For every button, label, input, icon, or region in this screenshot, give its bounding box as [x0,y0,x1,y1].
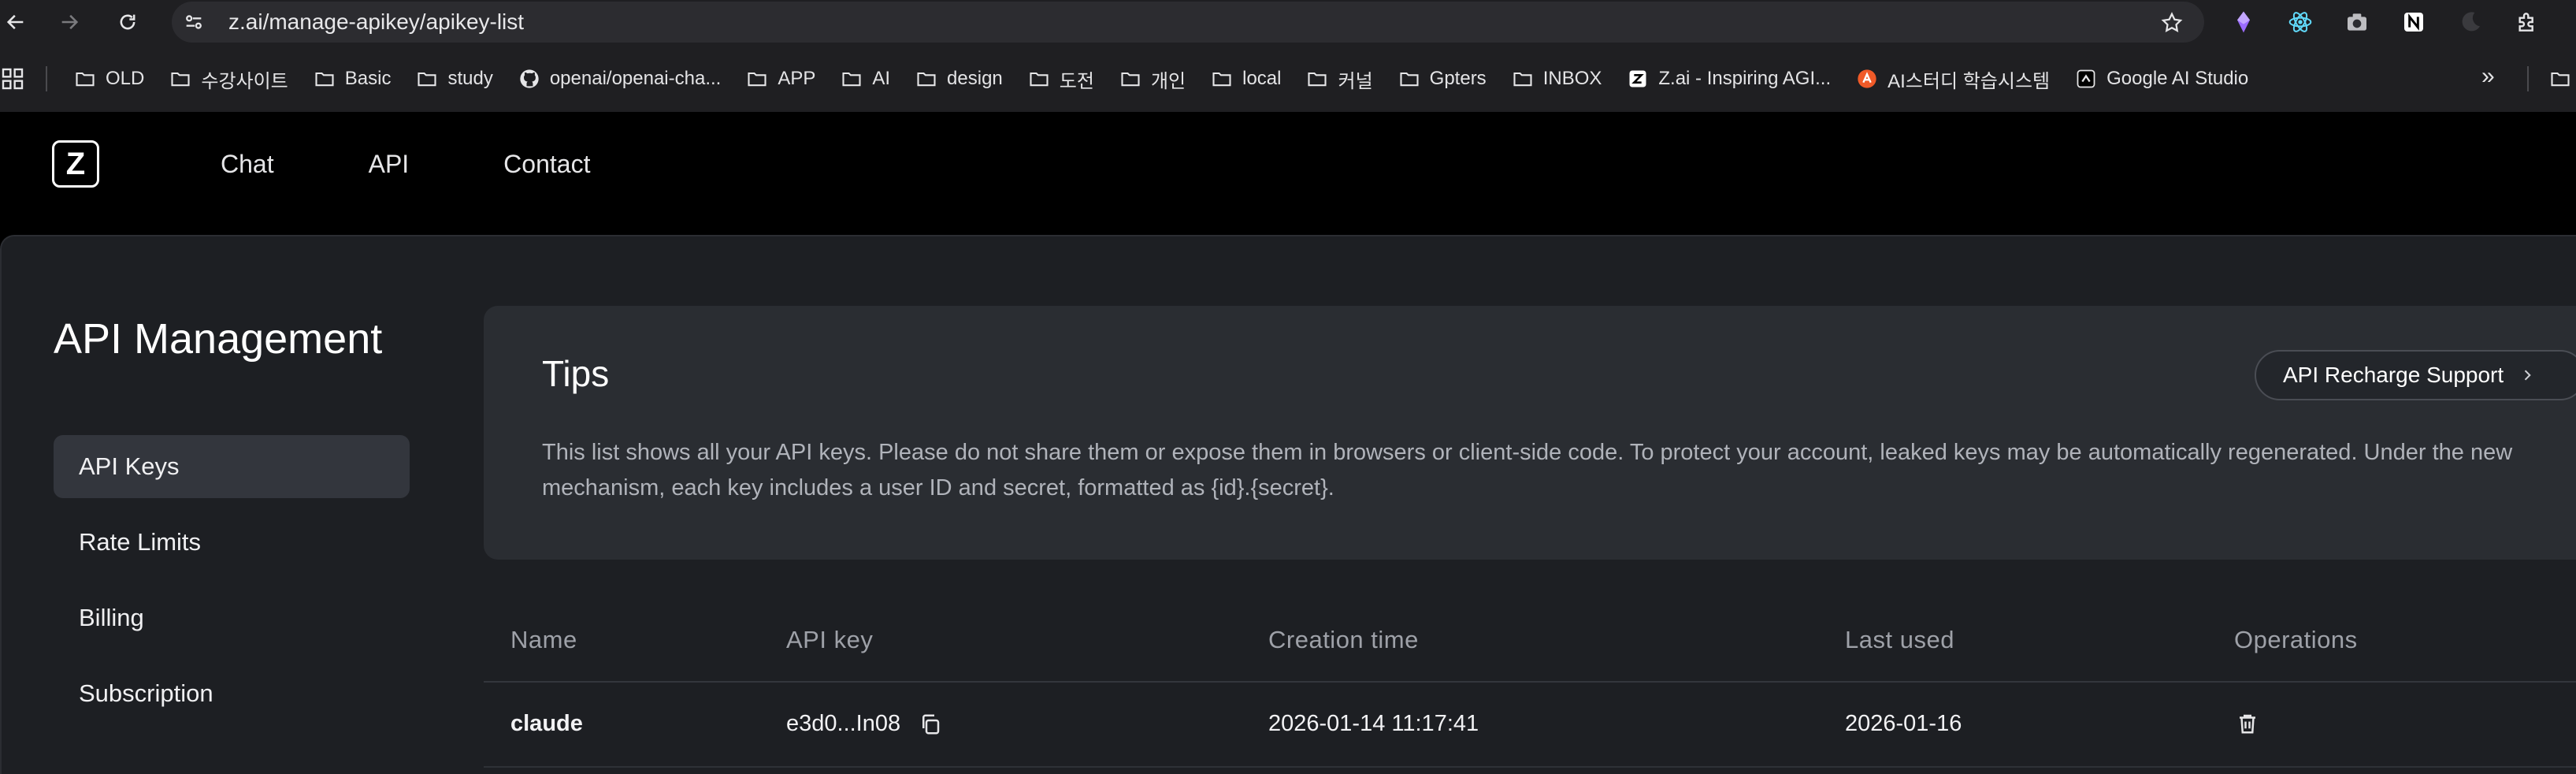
site-settings-icon[interactable] [183,11,205,33]
zai-logo[interactable]: Z [52,140,99,188]
google-ai-studio-icon [2077,69,2095,88]
api-recharge-support-button[interactable]: API Recharge Support [2255,350,2576,400]
trash-icon[interactable] [2236,711,2259,736]
forward-button[interactable] [54,6,85,38]
bookmark-folder[interactable]: INBOX [1504,61,1610,96]
copy-icon[interactable] [919,713,942,736]
page-title: API Management [54,315,383,363]
bookmark-folder[interactable]: Basic [306,61,399,96]
bookmarks-separator [2527,66,2529,91]
column-header-api-key: API key [786,626,874,653]
nav-chat[interactable]: Chat [221,148,274,180]
folder-icon [418,72,437,87]
apps-grid-icon[interactable] [0,66,25,91]
folder-icon [1308,72,1327,87]
react-devtools-icon[interactable] [2288,9,2313,35]
folder-icon [917,72,936,87]
column-header-operations: Operations [2234,626,2358,653]
api-keys-table: Name API key Creation time Last used Ope… [484,597,2576,768]
address-bar[interactable]: z.ai/manage-apikey/apikey-list [172,2,2204,43]
main-panel: API Management API Keys Rate Limits Bill… [0,235,2576,774]
reload-button[interactable] [112,6,143,38]
camera-icon[interactable] [2344,9,2370,35]
sidebar-item-billing[interactable]: Billing [54,586,410,649]
row-api-key: e3d0...In08 [786,711,901,736]
arrow-left-icon [6,14,24,30]
extension-purple-icon[interactable] [2231,9,2256,35]
reload-icon [120,14,135,30]
top-nav: Chat API Contact [221,148,685,180]
nav-contact[interactable]: Contact [503,148,590,180]
arrow-right-icon [61,14,79,30]
row-last-used: 2026-01-16 [1845,711,1962,736]
zai-favicon-icon [1629,70,1646,87]
browser-toolbar: z.ai/manage-apikey/apikey-list [0,0,2576,46]
site-header: Z Chat API Contact [0,112,2576,235]
bookmark-folder[interactable]: local [1203,61,1289,96]
bookmark-link[interactable]: AI스터디 학습시스템 [1848,61,2058,96]
extensions-puzzle-icon[interactable] [2515,9,2540,35]
bookmark-star-icon[interactable] [2160,11,2184,35]
all-bookmarks-folder-icon[interactable] [2546,68,2574,90]
table-header: Name API key Creation time Last used Ope… [484,597,2576,683]
sidebar: API Keys Rate Limits Billing Subscriptio… [54,435,410,738]
back-button[interactable] [0,6,32,38]
folder-icon [315,72,334,87]
ai-study-favicon-icon [1858,69,1876,88]
row-creation-time: 2026-01-14 11:17:41 [1268,711,1479,736]
github-icon [520,69,539,88]
bookmark-folder[interactable]: 커널 [1298,61,1380,96]
bookmark-folder[interactable]: design [908,61,1011,96]
bookmark-folder[interactable]: 개인 [1112,61,1193,96]
bookmarks-bar: OLD 수강사이트 Basic study openai/openai-cha.… [0,46,2576,112]
tips-card: Tips API Recharge Support This list show… [484,306,2576,560]
row-name: claude [510,711,583,736]
folder-icon [842,72,861,87]
bookmark-list: OLD 수강사이트 Basic study openai/openai-cha.… [66,46,2256,112]
bookmark-folder[interactable]: 도전 [1020,61,1102,96]
folder-icon [1121,72,1140,87]
folder-icon [1513,72,1532,87]
column-header-last-used: Last used [1845,626,1954,653]
bookmark-folder[interactable]: APP [738,61,823,96]
bookmark-folder[interactable]: 수강사이트 [161,61,295,96]
bookmark-folder[interactable]: Gpters [1390,61,1494,96]
tips-text: This list shows all your API keys. Pleas… [542,440,2513,500]
table-row: claude e3d0...In08 2026-01-14 11:17:41 2… [484,683,2576,768]
notion-icon[interactable] [2401,9,2426,35]
sidebar-item-api-keys[interactable]: API Keys [54,435,410,498]
bookmark-link[interactable]: Z.ai - Inspiring AGI... [1619,61,1839,96]
tips-title: Tips [542,353,610,394]
bookmark-link[interactable]: openai/openai-cha... [510,61,729,96]
sidebar-item-subscription[interactable]: Subscription [54,662,410,725]
bookmark-folder[interactable]: AI [833,61,898,96]
api-recharge-support-label: API Recharge Support [2283,363,2504,387]
folder-icon [1400,72,1419,87]
chevron-right-icon [2524,370,2531,381]
folder-icon [171,72,190,87]
bookmarks-separator [46,66,47,91]
folder-icon [748,72,766,87]
sidebar-item-rate-limits[interactable]: Rate Limits [54,511,410,574]
url-text[interactable]: z.ai/manage-apikey/apikey-list [228,2,524,43]
folder-icon [1030,72,1049,87]
column-header-creation-time: Creation time [1268,626,1419,653]
column-header-name: Name [510,626,577,653]
folder-icon [76,72,95,87]
bookmark-link[interactable]: Google AI Studio [2067,61,2256,96]
folder-icon [1212,72,1231,87]
bookmarks-overflow-button[interactable]: » [2481,63,2495,90]
dark-mode-icon[interactable] [2458,9,2483,35]
nav-api[interactable]: API [369,148,410,180]
bookmark-folder[interactable]: OLD [66,61,152,96]
bookmark-folder[interactable]: study [408,61,500,96]
